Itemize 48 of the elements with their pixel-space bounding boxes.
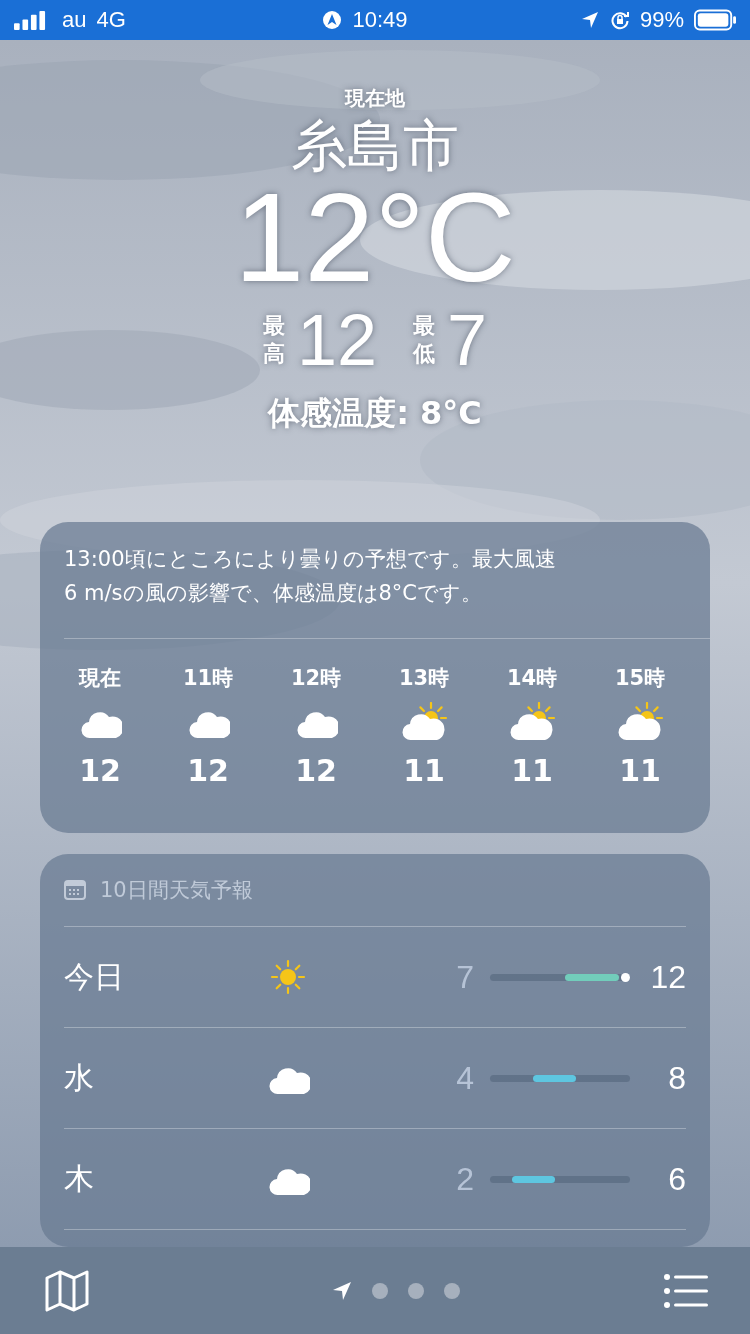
high-temperature: 12 (649, 958, 686, 996)
hour-label: 現在 (79, 665, 121, 693)
page-dot[interactable] (444, 1282, 460, 1299)
hour-label: 11時 (182, 665, 234, 693)
hour-label: 12時 (290, 665, 342, 693)
location-label: 現在地 (345, 85, 405, 112)
hour-label: 15時 (614, 665, 666, 693)
calendar-icon (64, 880, 86, 901)
feels-like-temperature: 体感温度: 8°C (268, 393, 482, 434)
hour-label: 14時 (506, 665, 558, 693)
low-label: 最低 (413, 312, 436, 368)
signal-icon (14, 10, 46, 30)
page-dot[interactable] (372, 1282, 388, 1299)
low-temperature: 7 (447, 304, 488, 376)
navigation-icon (322, 10, 343, 30)
hour-temperature: 11 (511, 752, 553, 791)
low-temperature: 7 (455, 958, 474, 996)
hour-temperature: 11 (403, 752, 445, 791)
hour-temperature: 12 (187, 752, 229, 791)
high-temperature: 6 (667, 1160, 686, 1198)
low-temperature: 4 (455, 1059, 474, 1097)
sun-cloud-icon (399, 702, 449, 743)
battery-percent: 99% (639, 7, 684, 33)
day-label: 水 (64, 1058, 95, 1097)
high-label: 最高 (262, 312, 286, 368)
daily-forecast-title: 10日間天気予報 (100, 877, 253, 905)
high-temperature: 12 (296, 304, 377, 376)
hour-temperature: 12 (295, 752, 337, 791)
sun-cloud-icon (507, 702, 557, 743)
current-temperature: 12°C (234, 178, 516, 298)
sun-cloud-icon (615, 702, 665, 743)
battery-icon (694, 9, 736, 31)
page-dot[interactable] (408, 1282, 424, 1299)
day-label: 今日 (64, 957, 125, 996)
rotation-lock-icon (609, 10, 630, 30)
location-arrow-icon[interactable] (332, 1280, 352, 1301)
hour-temperature: 11 (619, 752, 661, 791)
low-temperature: 2 (455, 1160, 474, 1198)
network-type: 4G (96, 7, 126, 33)
forecast-summary: 13:00頃にところにより曇りの予想です。最大風速 6 m/sの風の影響で、体感温度は8°Cです。 (64, 546, 557, 608)
hour-temperature: 12 (79, 752, 121, 791)
clock-time: 10:49 (352, 7, 408, 33)
city-name: 糸島市 (291, 112, 459, 180)
day-label: 木 (64, 1159, 95, 1198)
map-icon[interactable] (44, 1269, 90, 1312)
hour-label: 13時 (398, 665, 450, 693)
carrier-name: au (62, 7, 87, 33)
high-temperature: 8 (667, 1059, 686, 1097)
